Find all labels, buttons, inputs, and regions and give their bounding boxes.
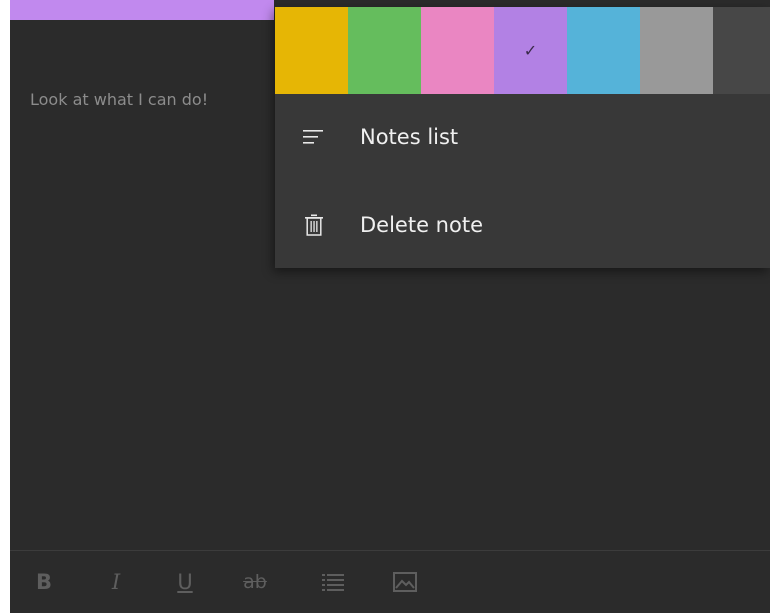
- menu-item-label: Notes list: [360, 125, 459, 149]
- selected-check-icon: ✓: [523, 41, 538, 60]
- color-swatch-pink[interactable]: [421, 7, 494, 94]
- note-color-strip: [10, 0, 274, 20]
- color-swatch-charcoal[interactable]: [713, 7, 770, 94]
- color-swatch-gray[interactable]: [640, 7, 713, 94]
- underline-button[interactable]: U: [168, 565, 202, 599]
- formatting-toolbar: B I U ab: [10, 551, 770, 613]
- note-body-text[interactable]: Look at what I can do!: [30, 90, 208, 109]
- note-window: Look at what I can do! ✓ Notes list Dele…: [10, 0, 770, 613]
- insert-image-button[interactable]: [388, 565, 422, 599]
- image-icon: [393, 572, 417, 592]
- strikethrough-button[interactable]: ab: [238, 565, 272, 599]
- color-swatch-blue[interactable]: [567, 7, 640, 94]
- menu-item-delete-note[interactable]: Delete note: [275, 182, 770, 268]
- bullet-list-button[interactable]: [316, 565, 350, 599]
- bold-button[interactable]: B: [27, 565, 61, 599]
- color-swatch-purple[interactable]: ✓: [494, 7, 567, 94]
- bullet-list-icon: [322, 573, 344, 591]
- color-swatch-green[interactable]: [348, 7, 421, 94]
- italic-button[interactable]: I: [99, 565, 133, 599]
- color-swatches: ✓: [275, 7, 770, 94]
- note-options-menu: ✓ Notes list Delete note: [275, 7, 770, 268]
- menu-item-notes-list[interactable]: Notes list: [275, 94, 770, 180]
- list-icon: [301, 124, 327, 150]
- menu-item-label: Delete note: [360, 213, 483, 237]
- trash-icon: [301, 212, 327, 238]
- color-swatch-yellow[interactable]: [275, 7, 348, 94]
